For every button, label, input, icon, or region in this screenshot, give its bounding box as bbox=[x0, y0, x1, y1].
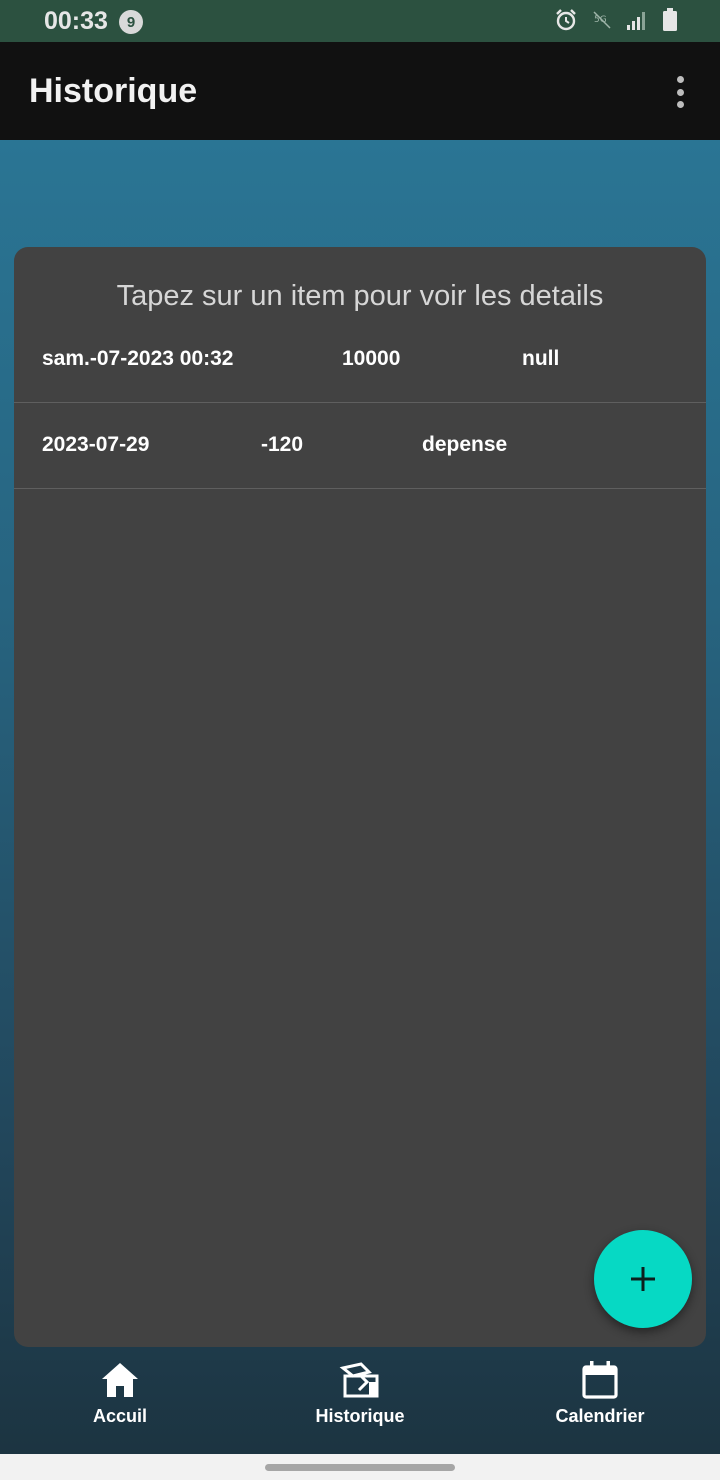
page-title: Historique bbox=[29, 72, 198, 110]
notification-count-badge: 9 bbox=[119, 10, 143, 34]
item-category: null bbox=[522, 347, 560, 370]
battery-icon bbox=[663, 8, 677, 31]
calendar-icon bbox=[582, 1361, 618, 1399]
add-button[interactable] bbox=[594, 1230, 692, 1328]
nav-item-historique[interactable]: Historique bbox=[280, 1360, 440, 1450]
item-date: 2023-07-29 bbox=[42, 433, 150, 456]
home-icon bbox=[102, 1363, 138, 1397]
history-icon bbox=[339, 1362, 379, 1398]
app-bar: Historique bbox=[0, 42, 720, 140]
gesture-handle[interactable] bbox=[265, 1464, 455, 1471]
bottom-navigation: Accuil Historique Calendrier bbox=[0, 1360, 720, 1454]
history-card: Tapez sur un item pour voir les details … bbox=[14, 247, 706, 1347]
alarm-icon bbox=[556, 9, 576, 31]
plus-icon bbox=[631, 1267, 655, 1291]
item-date: sam.-07-2023 00:32 bbox=[42, 347, 234, 370]
list-item[interactable]: 2023-07-29 -120 depense bbox=[14, 403, 706, 489]
more-vert-icon[interactable] bbox=[668, 76, 692, 108]
list-hint: Tapez sur un item pour voir les details bbox=[116, 280, 604, 312]
status-bar: 00:33 9 5G bbox=[0, 0, 720, 42]
item-amount: -120 bbox=[261, 433, 304, 456]
no-5g-icon: 5G bbox=[593, 11, 611, 29]
nav-label: Historique bbox=[315, 1406, 405, 1426]
status-time: 00:33 bbox=[44, 7, 108, 35]
nav-item-calendrier[interactable]: Calendrier bbox=[520, 1360, 680, 1450]
nav-label: Calendrier bbox=[555, 1406, 645, 1426]
item-amount: 10000 bbox=[342, 347, 401, 370]
signal-icon bbox=[627, 12, 645, 30]
nav-item-accueil[interactable]: Accuil bbox=[40, 1360, 200, 1450]
nav-label: Accuil bbox=[92, 1406, 148, 1426]
status-icons: 5G bbox=[554, 8, 678, 32]
list-item[interactable]: sam.-07-2023 00:32 10000 null bbox=[14, 317, 706, 403]
item-category: depense bbox=[422, 433, 508, 456]
